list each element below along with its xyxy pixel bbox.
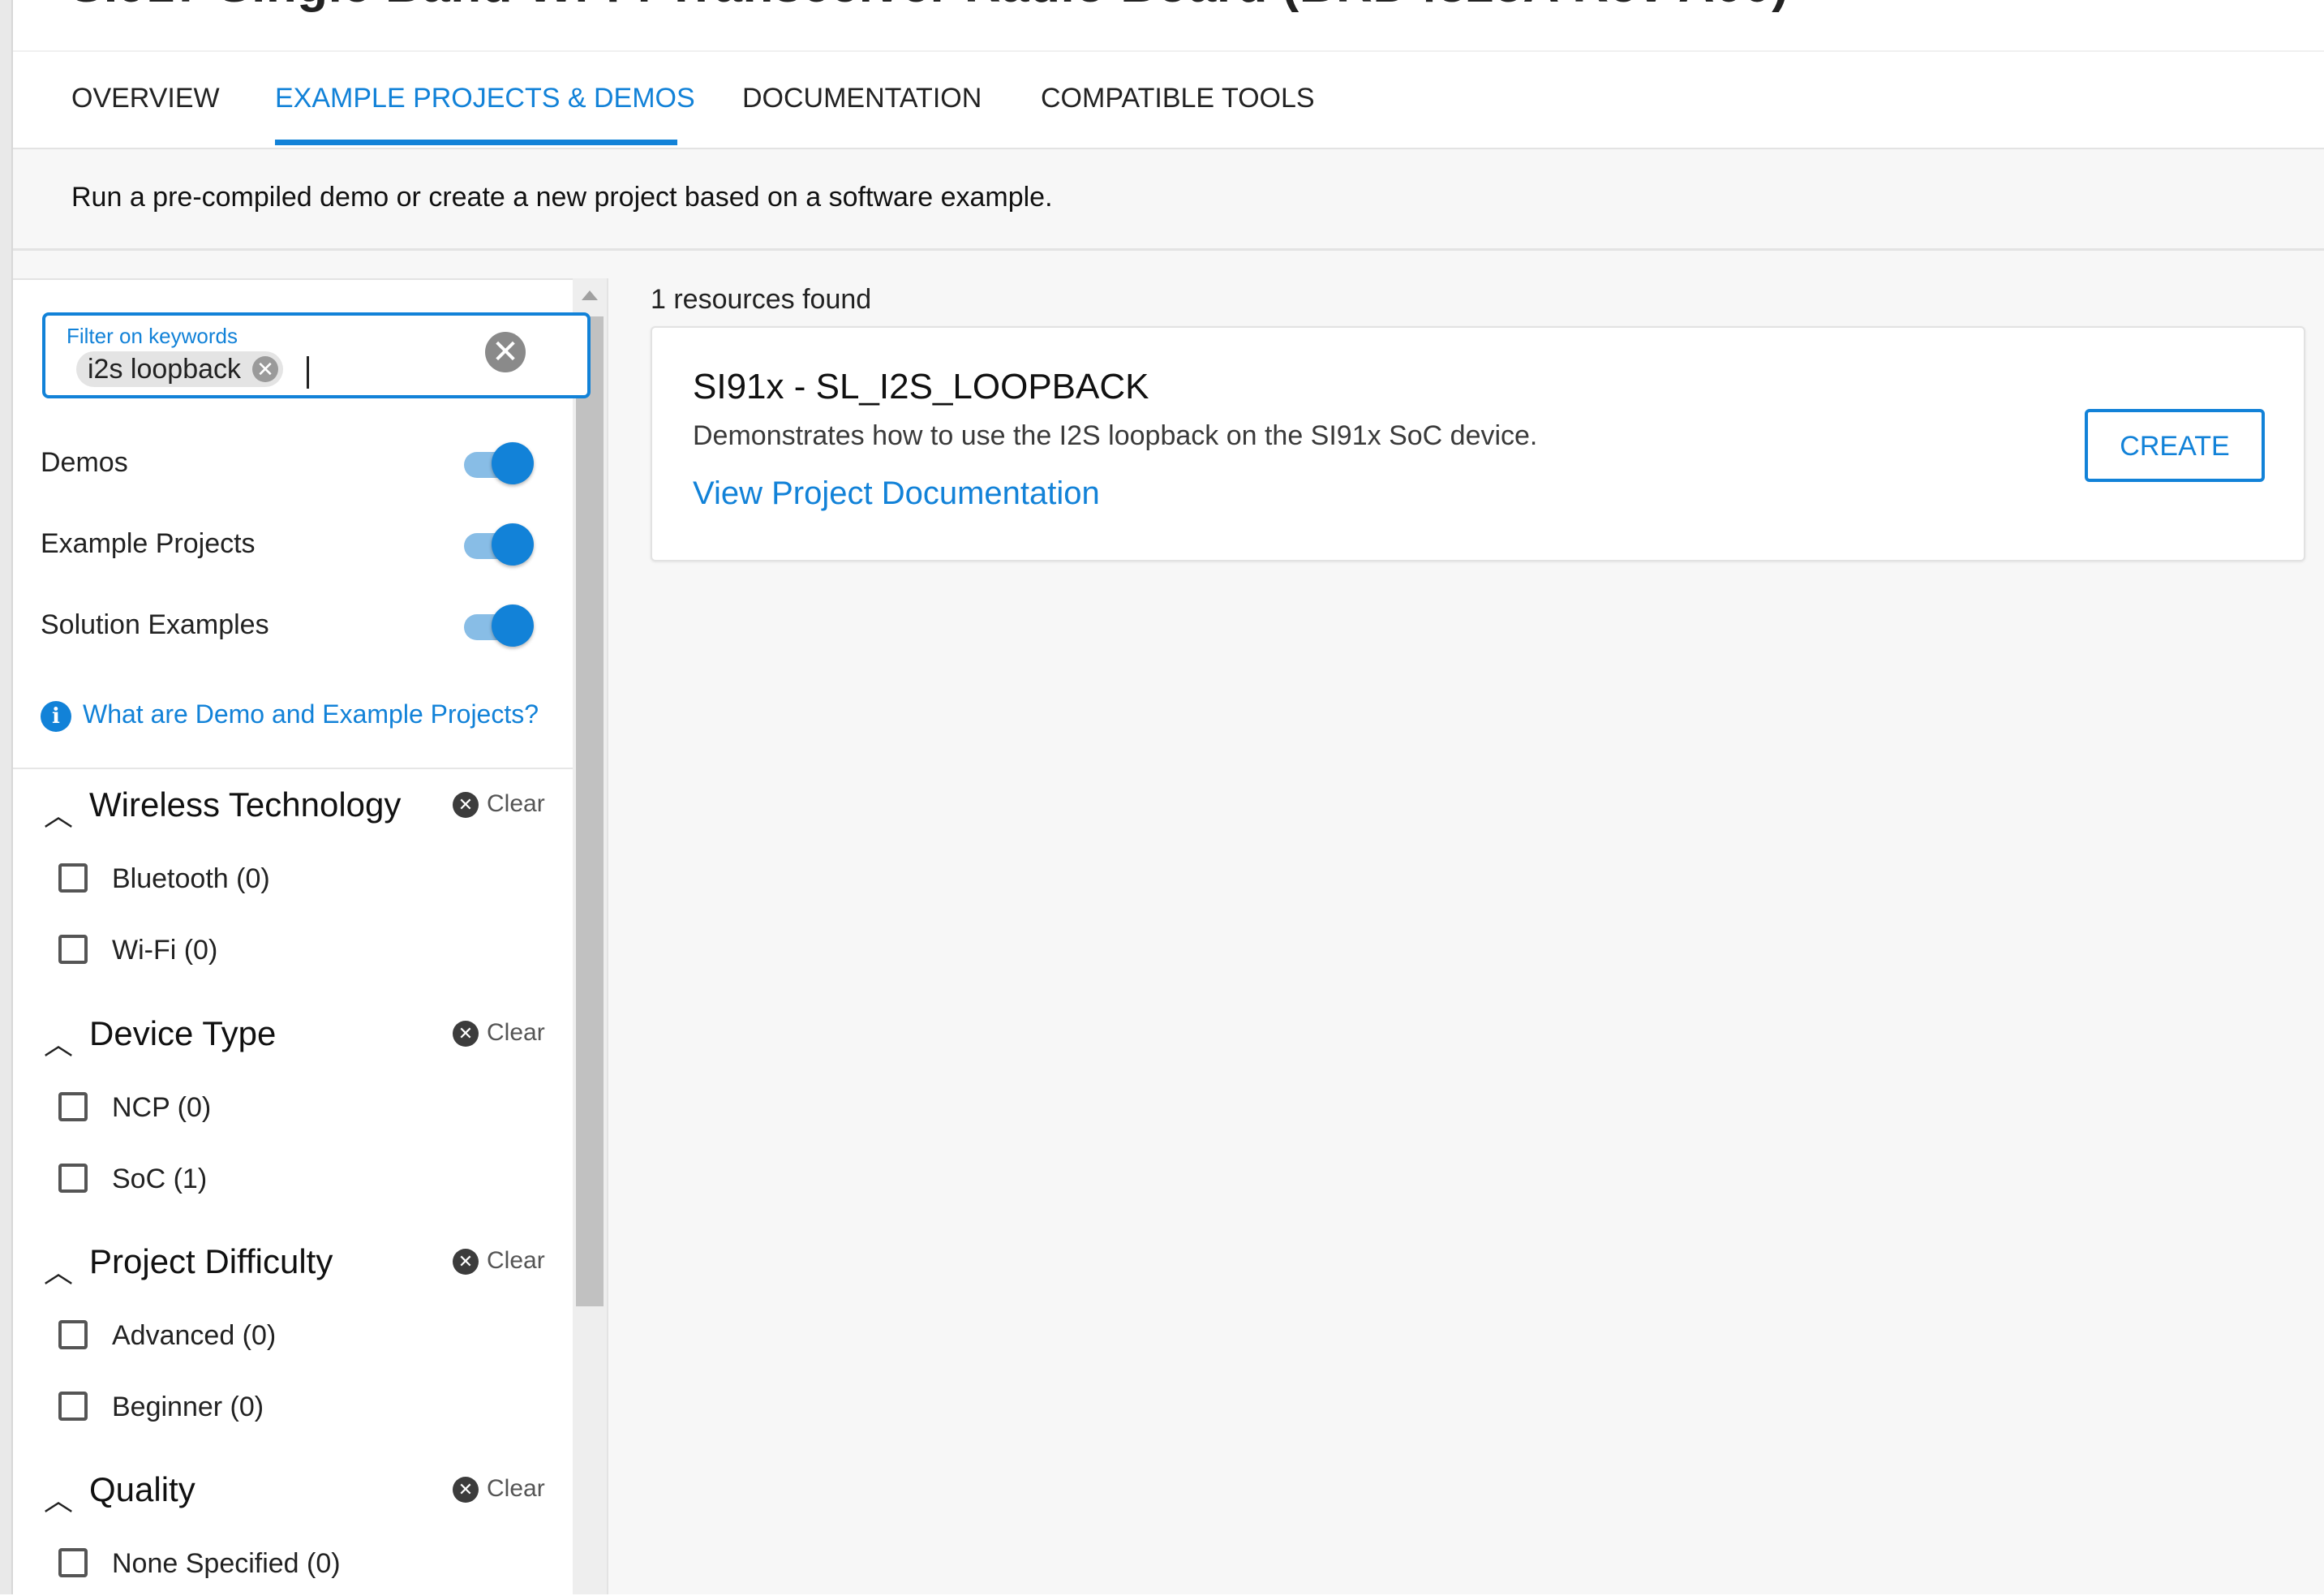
section-title: Project Difficulty xyxy=(89,1242,333,1280)
section-project-difficulty: ︿ Project Difficulty ✕ Clear xyxy=(41,1237,552,1288)
section-title: Wireless Technology xyxy=(89,785,402,824)
create-button[interactable]: CREATE xyxy=(2085,409,2265,482)
clear-section-icon: ✕ xyxy=(453,1477,479,1504)
keyword-chip-label: i2s loopback xyxy=(88,354,242,385)
info-icon: i xyxy=(41,700,71,732)
clear-section-icon: ✕ xyxy=(453,792,479,819)
demo-info-link[interactable]: i What are Demo and Example Projects? xyxy=(41,699,539,732)
chevron-up-icon[interactable]: ︿ xyxy=(44,1021,73,1063)
clear-section-icon: ✕ xyxy=(453,1021,479,1048)
toggle-label: Demos xyxy=(41,447,128,478)
toggle-label: Example Projects xyxy=(41,528,256,559)
filter-option-wifi[interactable]: Wi-Fi (0) xyxy=(57,927,511,975)
checkbox[interactable] xyxy=(58,935,88,964)
sidebar-section-divider xyxy=(13,768,573,769)
checkbox[interactable] xyxy=(58,1548,88,1577)
section-title: Quality xyxy=(89,1470,195,1508)
project-title: SI91x - SL_I2S_LOOPBACK xyxy=(693,367,1149,407)
section-clear-button[interactable]: ✕ Clear xyxy=(453,790,545,819)
filter-option-ncp[interactable]: NCP (0) xyxy=(57,1084,511,1133)
option-label: Wi-Fi (0) xyxy=(112,935,218,966)
tab-overview[interactable]: OVERVIEW xyxy=(71,83,220,114)
tab-bar: OVERVIEW EXAMPLE PROJECTS & DEMOS DOCUME… xyxy=(13,52,2324,149)
section-clear-button[interactable]: ✕ Clear xyxy=(453,1247,545,1276)
tab-example-projects[interactable]: EXAMPLE PROJECTS & DEMOS xyxy=(275,83,695,114)
view-documentation-link[interactable]: View Project Documentation xyxy=(693,475,1100,512)
tab-compatible-tools[interactable]: COMPATIBLE TOOLS xyxy=(1041,83,1315,114)
toggle-knob[interactable] xyxy=(492,604,534,647)
result-card: SI91x - SL_I2S_LOOPBACK Demonstrates how… xyxy=(651,326,2305,561)
clear-label: Clear xyxy=(487,790,545,817)
filter-option-none-specified[interactable]: None Specified (0) xyxy=(57,1540,511,1589)
toggle-example-projects[interactable]: Example Projects xyxy=(41,520,543,569)
clear-label: Clear xyxy=(487,1247,545,1274)
toggle-label: Solution Examples xyxy=(41,609,269,640)
window-edge xyxy=(0,0,11,1594)
checkbox[interactable] xyxy=(58,863,88,893)
clear-label: Clear xyxy=(487,1019,545,1046)
sidebar-scrollbar-thumb[interactable] xyxy=(576,316,604,1306)
section-device-type: ︿ Device Type ✕ Clear xyxy=(41,1009,552,1060)
option-label: None Specified (0) xyxy=(112,1548,341,1579)
clear-label: Clear xyxy=(487,1475,545,1502)
project-description: Demonstrates how to use the I2S loopback… xyxy=(693,420,1538,451)
chip-remove-icon[interactable]: ✕ xyxy=(252,356,279,382)
checkbox[interactable] xyxy=(58,1392,88,1421)
demo-info-link-text: What are Demo and Example Projects? xyxy=(83,699,539,729)
clear-icon[interactable]: ✕ xyxy=(485,332,526,372)
section-clear-button[interactable]: ✕ Clear xyxy=(453,1019,545,1048)
chevron-up-icon[interactable]: ︿ xyxy=(44,1477,73,1519)
option-label: NCP (0) xyxy=(112,1092,212,1123)
option-label: Advanced (0) xyxy=(112,1320,277,1351)
section-title: Device Type xyxy=(89,1014,277,1052)
results-count: 1 resources found xyxy=(651,284,872,315)
active-tab-indicator xyxy=(275,140,677,145)
option-label: SoC (1) xyxy=(112,1164,208,1194)
chevron-up-icon[interactable]: ︿ xyxy=(44,792,73,834)
option-label: Bluetooth (0) xyxy=(112,863,270,894)
checkbox[interactable] xyxy=(58,1320,88,1349)
page-title: SI917 Single Band Wi-Fi Transceiver Radi… xyxy=(70,0,1789,14)
keyword-chip: i2s loopback ✕ xyxy=(76,351,284,387)
toggle-demos[interactable]: Demos xyxy=(41,439,543,488)
toggle-knob[interactable] xyxy=(492,523,534,566)
chevron-up-icon[interactable]: ︿ xyxy=(44,1249,73,1291)
filter-option-beginner[interactable]: Beginner (0) xyxy=(57,1383,511,1432)
toggle-solution-examples[interactable]: Solution Examples xyxy=(41,601,543,650)
text-caret xyxy=(307,356,309,389)
filter-label: Filter on keywords xyxy=(67,324,238,348)
banner-text: Run a pre-compiled demo or create a new … xyxy=(71,182,1053,213)
filter-option-soc[interactable]: SoC (1) xyxy=(57,1155,511,1204)
option-label: Beginner (0) xyxy=(112,1392,264,1422)
toggle-knob[interactable] xyxy=(492,442,534,484)
scroll-up-arrow-icon[interactable] xyxy=(582,290,598,300)
clear-section-icon: ✕ xyxy=(453,1249,479,1276)
tab-documentation[interactable]: DOCUMENTATION xyxy=(742,83,982,114)
sidebar-divider xyxy=(607,278,608,1594)
section-wireless-technology: ︿ Wireless Technology ✕ Clear xyxy=(41,781,552,832)
filter-option-advanced[interactable]: Advanced (0) xyxy=(57,1312,511,1361)
keyword-filter-input[interactable]: Filter on keywords i2s loopback ✕ ✕ xyxy=(42,312,591,398)
filter-option-bluetooth[interactable]: Bluetooth (0) xyxy=(57,855,511,904)
section-clear-button[interactable]: ✕ Clear xyxy=(453,1475,545,1504)
info-banner: Run a pre-compiled demo or create a new … xyxy=(13,149,2324,251)
section-quality: ︿ Quality ✕ Clear xyxy=(41,1465,552,1516)
checkbox[interactable] xyxy=(58,1164,88,1193)
checkbox[interactable] xyxy=(58,1092,88,1121)
